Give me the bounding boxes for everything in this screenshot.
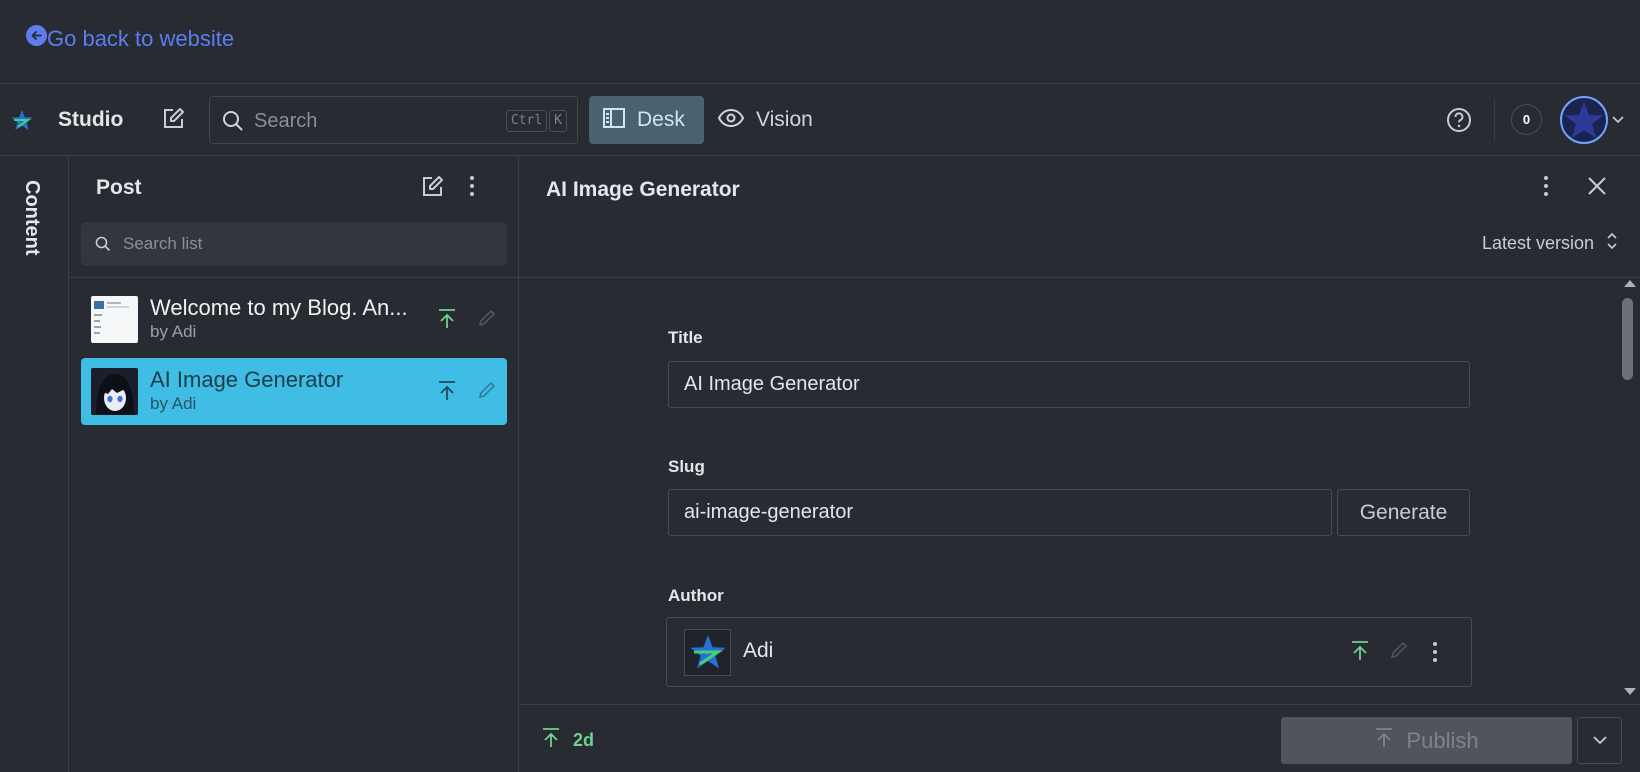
content-rail: Content xyxy=(0,156,69,772)
chevron-down-icon xyxy=(1592,732,1607,750)
go-back-link[interactable]: Go back to website xyxy=(26,24,235,52)
global-search[interactable]: Ctrl K xyxy=(209,96,578,144)
search-icon xyxy=(222,110,244,137)
list-search-input[interactable] xyxy=(123,232,483,256)
edit-pencil-icon xyxy=(477,308,497,333)
version-label: Latest version xyxy=(1481,233,1594,253)
chevron-updown-icon xyxy=(1606,232,1618,255)
document-menu-icon[interactable] xyxy=(1543,174,1549,203)
compose-icon[interactable] xyxy=(160,106,188,134)
arrow-left-icon xyxy=(26,24,47,46)
document-title: AI Image Generator xyxy=(546,178,740,201)
publish-options-button[interactable] xyxy=(1577,717,1622,764)
desk-label: Desk xyxy=(637,108,685,131)
generate-button[interactable]: Generate xyxy=(1337,489,1470,536)
desk-tool-button[interactable]: Desk xyxy=(589,96,704,144)
list-item-selected[interactable]: AI Image Generator by Adi xyxy=(81,358,507,425)
publish-button[interactable]: Publish xyxy=(1281,717,1572,764)
user-menu[interactable] xyxy=(1560,96,1624,144)
post-author: by Adi xyxy=(150,322,197,341)
search-icon xyxy=(95,236,111,257)
list-item[interactable]: Welcome to my Blog. An... by Adi xyxy=(81,286,507,353)
post-author: by Adi xyxy=(150,394,197,413)
scroll-up-arrow[interactable] xyxy=(1624,280,1636,287)
navbar-divider xyxy=(1494,98,1495,142)
author-field-label: Author xyxy=(668,586,724,605)
go-back-label: Go back to website xyxy=(47,26,235,51)
studio-navbar: Studio Ctrl K Desk Vision 0 xyxy=(0,84,1640,156)
author-name: Adi xyxy=(743,639,774,662)
post-title: AI Image Generator xyxy=(150,367,344,392)
list-divider xyxy=(69,277,519,278)
author-avatar xyxy=(684,629,731,676)
document-pane: AI Image Generator Latest version Title … xyxy=(519,156,1640,772)
title-input[interactable] xyxy=(668,361,1470,408)
published-icon xyxy=(437,380,457,407)
post-thumbnail xyxy=(91,368,138,415)
vision-tool-button[interactable]: Vision xyxy=(717,96,813,144)
edit-pencil-icon xyxy=(1389,640,1409,665)
scroll-down-arrow[interactable] xyxy=(1624,688,1636,695)
edit-pencil-icon xyxy=(477,380,497,405)
notification-badge[interactable]: 0 xyxy=(1511,104,1542,135)
list-title: Post xyxy=(96,176,142,199)
studio-title[interactable]: Studio xyxy=(58,108,123,132)
author-reference[interactable]: Adi xyxy=(666,617,1472,687)
new-post-icon[interactable] xyxy=(419,174,445,205)
search-shortcut: Ctrl K xyxy=(505,110,567,132)
document-divider xyxy=(519,277,1640,278)
published-icon xyxy=(541,727,561,754)
desk-icon xyxy=(603,107,625,133)
publish-status[interactable]: 2d xyxy=(541,727,594,754)
list-search[interactable] xyxy=(81,222,507,266)
help-icon[interactable] xyxy=(1446,107,1472,138)
eye-icon xyxy=(717,108,745,132)
avatar xyxy=(1560,96,1608,144)
post-thumbnail xyxy=(91,296,138,343)
published-icon xyxy=(437,308,457,335)
publish-icon xyxy=(1374,727,1394,755)
studio-logo-icon[interactable] xyxy=(10,109,34,136)
scrollbar[interactable] xyxy=(1620,280,1636,700)
close-icon[interactable] xyxy=(1587,176,1607,201)
publish-label: Publish xyxy=(1406,727,1479,753)
slug-input[interactable] xyxy=(668,489,1332,536)
published-icon xyxy=(1350,640,1370,667)
kbd-ctrl: Ctrl xyxy=(505,110,548,132)
post-title: Welcome to my Blog. An... xyxy=(150,295,408,320)
list-menu-icon[interactable] xyxy=(469,174,475,203)
scroll-thumb[interactable] xyxy=(1622,298,1633,380)
title-field-label: Title xyxy=(668,328,703,347)
kbd-k: K xyxy=(549,110,567,132)
document-footer: 2d Publish xyxy=(519,704,1640,772)
slug-field-label: Slug xyxy=(668,457,705,476)
author-menu-icon[interactable] xyxy=(1432,640,1438,669)
post-list-pane: Post Welcome to my Blog. An... by Adi xyxy=(69,156,519,772)
top-bar: Go back to website xyxy=(0,0,1640,84)
content-tab[interactable]: Content xyxy=(20,180,43,256)
version-selector[interactable]: Latest version xyxy=(1482,232,1618,255)
chevron-down-icon xyxy=(1612,111,1624,129)
search-input[interactable] xyxy=(254,107,494,135)
publish-status-age: 2d xyxy=(573,730,595,750)
vision-label: Vision xyxy=(756,108,813,131)
